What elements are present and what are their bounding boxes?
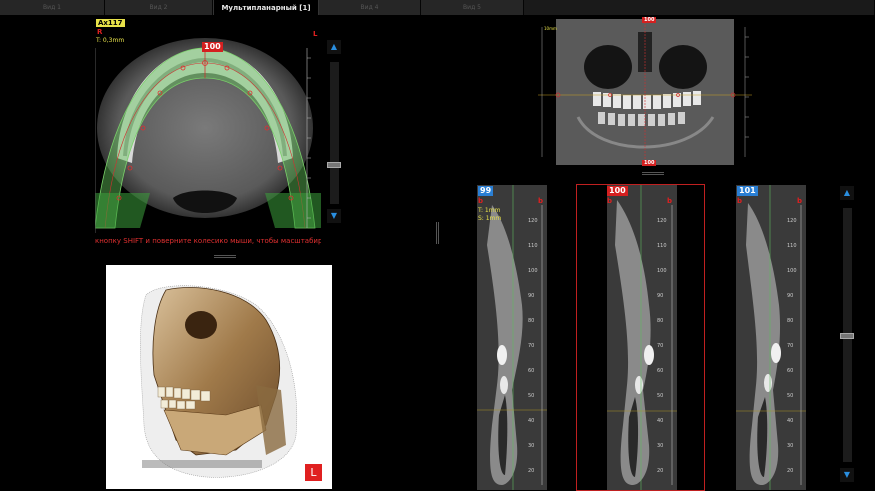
- cross-section-100-side-right: b: [667, 197, 673, 205]
- cross-section-99-side-right: b: [538, 197, 544, 205]
- main-vertical-splitter[interactable]: [436, 222, 439, 244]
- cross-section-99-ruler-label: 110: [528, 243, 538, 249]
- axial-thickness: T: 0,3mm: [96, 37, 125, 44]
- render-3d-view[interactable]: L: [106, 265, 332, 489]
- tab-view-2[interactable]: Вид 2: [105, 0, 213, 15]
- cross-section-99-ruler-label: 50: [528, 393, 535, 399]
- cross-section-100-ruler-label: 120: [657, 218, 667, 224]
- axial-hint-text: кнопку SHIFT и поверните колесико мыши, …: [95, 237, 321, 245]
- cross-section-100-ruler-label: 20: [657, 468, 664, 474]
- cross-section-99-ruler-label: 90: [528, 293, 535, 299]
- cross-scroll-up-button[interactable]: ▲: [840, 186, 854, 200]
- axial-scroll-up-button[interactable]: ▲: [327, 40, 341, 54]
- cross-section-100-ruler-label: 50: [657, 393, 664, 399]
- cross-section-101-ruler-label: 50: [787, 393, 794, 399]
- cross-section-99-ruler-label: 60: [528, 368, 535, 374]
- coronal-bottom-marker[interactable]: 100: [642, 160, 657, 166]
- cross-section-99-spacing: S: 1mm: [478, 215, 502, 222]
- cross-section-101-ruler-label: 70: [787, 343, 794, 349]
- render-3d-image: [140, 285, 298, 478]
- cross-section-101-ruler-label: 100: [787, 268, 797, 274]
- axial-orientation: R: [97, 28, 103, 36]
- axial-scroll-down-button[interactable]: ▼: [327, 209, 341, 223]
- cross-section-99-ruler-label: 80: [528, 318, 535, 324]
- cross-section-99-thickness: T: 1mm: [478, 207, 501, 214]
- tab-bar-filler: [524, 0, 875, 15]
- tab-bar: Вид 1 Вид 2 Мультипланарный [1] Вид 4 Ви…: [0, 0, 875, 15]
- coronal-top-marker[interactable]: 100: [642, 17, 657, 23]
- cross-section-100-ruler-label: 40: [657, 418, 664, 424]
- axial-scroll-thumb[interactable]: [327, 162, 341, 168]
- tab-view-5[interactable]: Вид 5: [421, 0, 524, 15]
- coronal-scale-label: 10mm: [544, 26, 557, 31]
- cross-section-101-ruler-label: 20: [787, 468, 794, 474]
- cross-section-99-side-left: b: [478, 197, 484, 205]
- cross-section-100-ruler-label: 110: [657, 243, 667, 249]
- axial-slice-label: Ax117: [96, 19, 125, 27]
- cross-section-100-ruler-label: 60: [657, 368, 664, 374]
- cross-section-100-side-left: b: [607, 197, 613, 205]
- cross-section-99-ruler-label: 40: [528, 418, 535, 424]
- cross-section-101-ruler-label: 80: [787, 318, 794, 324]
- cross-section-101-ruler-label: 110: [787, 243, 797, 249]
- cross-section-101-badge[interactable]: 101: [737, 186, 758, 196]
- cross-section-101-side-left: b: [737, 197, 743, 205]
- cross-section-99-ruler-label: 70: [528, 343, 535, 349]
- coronal-resize-grip[interactable]: [642, 172, 664, 175]
- cross-section-101-ruler-label: 30: [787, 443, 794, 449]
- cross-section-101-ruler-label: 40: [787, 418, 794, 424]
- axial-corner-marker: L: [313, 30, 318, 38]
- render-3d-corner-marker: L: [305, 464, 322, 481]
- axial-scroll-track[interactable]: [330, 62, 339, 204]
- cross-section-100-ruler-label: 90: [657, 293, 664, 299]
- tab-view-1[interactable]: Вид 1: [0, 0, 105, 15]
- cross-section-100-ruler-label: 100: [657, 268, 667, 274]
- cross-section-101-side-right: b: [797, 197, 803, 205]
- cross-section-101[interactable]: [706, 185, 833, 490]
- cross-section-101-ruler-label: 120: [787, 218, 797, 224]
- cross-scroll-thumb[interactable]: [840, 333, 854, 339]
- cross-section-100-ruler-label: 80: [657, 318, 664, 324]
- cross-section-99-badge[interactable]: 99: [478, 186, 494, 196]
- cross-section-99-ruler-label: 120: [528, 218, 538, 224]
- coronal-view[interactable]: 100 100 10mm: [538, 17, 752, 167]
- cross-section-101-ruler-label: 90: [787, 293, 794, 299]
- cross-section-99-image: [477, 185, 547, 490]
- cross-section-99[interactable]: [447, 185, 574, 490]
- cross-section-99-ruler-label: 30: [528, 443, 535, 449]
- tab-multiplanar[interactable]: Мультипланарный [1]: [213, 0, 319, 15]
- cross-section-100[interactable]: [576, 184, 705, 491]
- cross-section-101-ruler-label: 60: [787, 368, 794, 374]
- axial-image: [95, 38, 321, 233]
- cross-section-100-ruler-label: 30: [657, 443, 664, 449]
- axial-view[interactable]: Ax117 R T: 0,3mm 100 L кнопку SHIFT и по…: [95, 18, 321, 248]
- cross-section-100-image: [607, 185, 677, 490]
- axial-resize-grip[interactable]: [214, 255, 236, 258]
- cross-section-99-ruler-label: 20: [528, 468, 535, 474]
- axial-center-marker[interactable]: 100: [202, 42, 223, 52]
- cross-section-99-ruler-label: 100: [528, 268, 538, 274]
- tab-view-4[interactable]: Вид 4: [319, 0, 421, 15]
- cross-section-100-ruler-label: 70: [657, 343, 664, 349]
- cross-section-101-image: [736, 185, 806, 490]
- cross-section-100-badge[interactable]: 100: [607, 186, 628, 196]
- cross-scroll-down-button[interactable]: ▼: [840, 468, 854, 482]
- coronal-image: [538, 17, 752, 167]
